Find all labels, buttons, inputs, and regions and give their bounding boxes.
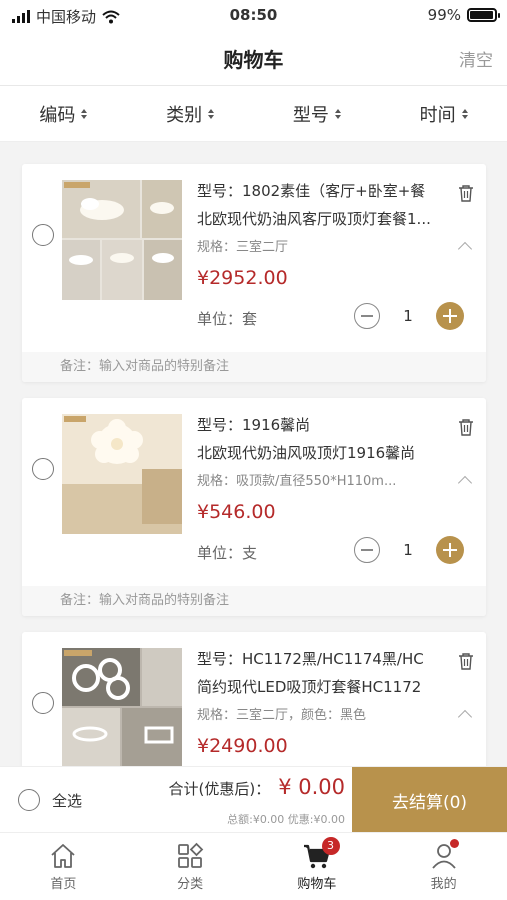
sort-by-time[interactable]: 时间 — [420, 101, 468, 127]
select-all-radio[interactable] — [18, 789, 40, 811]
remark-input[interactable]: 备注：输入对商品的特别备注 — [22, 586, 486, 616]
select-all-label: 全选 — [52, 791, 83, 810]
sort-arrows-icon — [461, 108, 468, 119]
item-spec[interactable]: 规格：三室二厅 — [197, 238, 442, 258]
home-icon — [51, 844, 75, 868]
nav-bar: 购物车 清空 — [0, 30, 507, 86]
item-model: 型号：1802素佳（客厅+卧室+餐 — [197, 182, 426, 200]
item-price: ¥2490.00 — [197, 735, 288, 757]
battery-percent: 99% — [427, 6, 461, 24]
sort-label: 类别 — [166, 104, 203, 126]
sort-arrows-icon — [208, 108, 215, 119]
quantity-stepper: 1 — [354, 302, 464, 330]
product-image — [62, 414, 182, 534]
sub-total: 总额:¥0.00 优惠:¥0.00 — [227, 813, 345, 826]
decrease-button[interactable] — [354, 537, 380, 563]
item-unit: 单位：支 — [197, 544, 258, 562]
total-amount: ¥ 0.00 — [278, 775, 345, 799]
quantity-value[interactable]: 1 — [380, 307, 436, 325]
sort-by-model[interactable]: 型号 — [293, 101, 341, 127]
item-info: 型号：1916馨尚 北欧现代奶油风吸顶灯1916馨尚 规格：吸顶款/直径550*… — [197, 412, 452, 524]
increase-button[interactable] — [436, 302, 464, 330]
checkout-button[interactable]: 去结算(0) — [352, 767, 507, 833]
status-right: 99% — [427, 6, 500, 24]
tab-label: 分类 — [177, 877, 204, 892]
tab-cart[interactable]: 3 购物车 — [254, 833, 381, 900]
page-title: 购物车 — [223, 48, 284, 72]
total-label: 合计(优惠后)： — [168, 780, 271, 798]
sort-arrows-icon — [81, 108, 88, 119]
cart-item: 型号：1916馨尚 北欧现代奶油风吸顶灯1916馨尚 规格：吸顶款/直径550*… — [22, 398, 486, 616]
item-unit: 单位：套 — [197, 310, 258, 328]
battery-icon — [467, 8, 500, 22]
item-spec[interactable]: 规格：三室二厅，颜色：黑色 — [197, 706, 442, 726]
item-select-radio[interactable] — [32, 458, 54, 480]
sort-label: 时间 — [419, 104, 456, 126]
trash-icon[interactable] — [458, 652, 474, 670]
remark-input[interactable]: 备注：输入对商品的特别备注 — [22, 352, 486, 382]
item-price: ¥2952.00 — [197, 267, 288, 289]
chevron-up-icon[interactable] — [457, 475, 473, 491]
sort-bar: 编码 类别 型号 时间 — [0, 86, 507, 142]
item-price: ¥546.00 — [197, 501, 276, 523]
sort-arrows-icon — [334, 108, 341, 119]
item-model: 型号：1916馨尚 — [197, 416, 311, 434]
tab-label: 我的 — [430, 877, 457, 892]
chevron-up-icon[interactable] — [457, 709, 473, 725]
sort-label: 型号 — [292, 104, 329, 126]
item-info: 型号：HC1172黑/HC1174黑/HC 简约现代LED吸顶灯套餐HC1172… — [197, 646, 452, 758]
cart-item: 型号：1802素佳（客厅+卧室+餐 北欧现代奶油风客厅吸顶灯套餐1... 规格：… — [22, 164, 486, 382]
sort-by-category[interactable]: 类别 — [166, 101, 215, 127]
checkout-bar: 全选 合计(优惠后)： ¥ 0.00 总额:¥0.00 优惠:¥0.00 去结算… — [0, 766, 507, 833]
tab-label: 购物车 — [297, 877, 337, 892]
item-name: 北欧现代奶油风客厅吸顶灯套餐1... — [197, 210, 431, 228]
cart-item: 型号：HC1172黑/HC1174黑/HC 简约现代LED吸顶灯套餐HC1172… — [22, 632, 486, 766]
clear-button[interactable]: 清空 — [459, 46, 493, 71]
product-image — [62, 648, 182, 766]
cart-list: 型号：1802素佳（客厅+卧室+餐 北欧现代奶油风客厅吸顶灯套餐1... 规格：… — [0, 142, 507, 766]
status-bar: 中国移动 08:50 99% — [0, 0, 507, 30]
tab-label: 首页 — [50, 877, 77, 892]
chevron-up-icon[interactable] — [457, 241, 473, 257]
item-spec[interactable]: 规格：吸顶款/直径550*H110m... — [197, 472, 442, 492]
select-all[interactable]: 全选 — [18, 789, 82, 811]
increase-button[interactable] — [436, 536, 464, 564]
item-model: 型号：HC1172黑/HC1174黑/HC — [197, 650, 424, 668]
product-image — [62, 180, 182, 300]
trash-icon[interactable] — [458, 418, 474, 436]
quantity-stepper: 1 — [354, 536, 464, 564]
item-info: 型号：1802素佳（客厅+卧室+餐 北欧现代奶油风客厅吸顶灯套餐1... 规格：… — [197, 178, 452, 290]
item-name: 北欧现代奶油风吸顶灯1916馨尚 — [197, 444, 416, 462]
trash-icon[interactable] — [458, 184, 474, 202]
total-row: 合计(优惠后)： ¥ 0.00 — [168, 775, 345, 799]
tab-bar: 首页 分类 3 购物车 我的 — [0, 832, 507, 900]
quantity-value[interactable]: 1 — [380, 541, 436, 559]
decrease-button[interactable] — [354, 303, 380, 329]
tab-home[interactable]: 首页 — [0, 833, 127, 900]
tab-profile[interactable]: 我的 — [380, 833, 507, 900]
tab-category[interactable]: 分类 — [127, 833, 254, 900]
sort-by-code[interactable]: 编码 — [39, 101, 88, 127]
sort-label: 编码 — [39, 104, 76, 126]
item-select-radio[interactable] — [32, 692, 54, 714]
cart-badge: 3 — [321, 837, 340, 855]
category-icon — [178, 842, 204, 868]
item-select-radio[interactable] — [32, 224, 54, 246]
item-name: 简约现代LED吸顶灯套餐HC1172 — [197, 678, 422, 696]
